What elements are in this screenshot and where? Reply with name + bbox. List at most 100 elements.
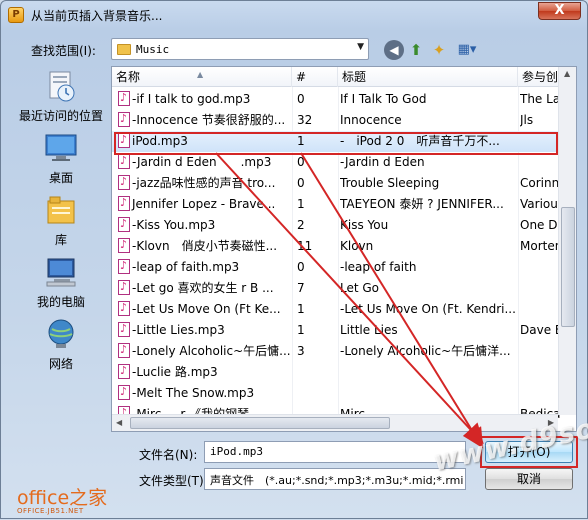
file-name-cell: -Melt The Snow.mp3 [118, 383, 290, 404]
title-cell: Innocence [340, 113, 402, 127]
track-number-cell: 1 [297, 302, 305, 316]
track-number-cell: 7 [297, 281, 305, 295]
file-name-text: -Kiss You.mp3 [132, 218, 216, 232]
column-header-name[interactable]: 名称 ▲ [112, 67, 292, 87]
column-header-title[interactable]: 标题 [338, 67, 518, 87]
file-list[interactable]: 名称 ▲ # 标题 参与创 -if I talk to god.mp3 0 If I… [111, 66, 577, 432]
table-row[interactable]: -Little Lies.mp31Little LiesDave E [112, 320, 567, 341]
file-name-text: -Klovn 俏皮小节奏磁性... [132, 239, 278, 253]
table-row[interactable]: -Luclie 路.mp3 [112, 362, 567, 383]
mp3-file-icon [118, 320, 130, 339]
title-cell: Trouble Sleeping [340, 176, 440, 190]
file-name-text: Jennifer Lopez - Brave... [132, 197, 276, 211]
title-cell: - iPod 2 0 听声音千万不... [340, 134, 500, 148]
mp3-file-icon [118, 299, 130, 318]
title-cell: Little Lies [340, 323, 398, 337]
file-dialog-window: P 从当前页插入背景音乐... X 查找范围(I): Music ▼ ◀ ⬆ ✦… [0, 0, 588, 519]
new-folder-icon[interactable]: ✦ [429, 40, 449, 60]
filename-input[interactable]: iPod.mp3 [204, 441, 466, 463]
table-row[interactable]: -Melt The Snow.mp3 [112, 383, 567, 404]
file-name-text: -jazz品味性感的声音 tro... [132, 176, 276, 190]
table-row[interactable]: -Kiss You.mp32Kiss YouOne D [112, 215, 567, 236]
table-row[interactable]: -Innocence 节奏很舒服的...32InnocenceJls [112, 110, 567, 131]
file-name-cell: -Lonely Alcoholic~午后慵... [118, 341, 290, 362]
back-icon[interactable]: ◀ [384, 40, 404, 60]
vertical-scrollbar[interactable]: ▲ [558, 67, 576, 415]
track-number-cell: 1 [297, 197, 305, 211]
table-row[interactable]: -jazz品味性感的声音 tro...0Trouble SleepingCori… [112, 173, 567, 194]
title-cell: If I Talk To God [340, 92, 427, 106]
close-button[interactable]: X [538, 2, 581, 20]
file-name-cell: -if I talk to god.mp3 [118, 89, 290, 110]
place-label: 库 [54, 233, 67, 247]
file-name-cell: -Klovn 俏皮小节奏磁性... [118, 236, 290, 257]
title-cell: Kiss You [340, 218, 389, 232]
filetype-dropdown[interactable]: 声音文件 (*.au;*.snd;*.mp3;*.m3u;*.mid;*.rmi [204, 468, 466, 490]
mp3-file-icon [118, 383, 130, 402]
file-name-text: -leap of faith.mp3 [132, 260, 240, 274]
file-name-cell: Jennifer Lopez - Brave... [118, 194, 290, 215]
file-name-cell: -Kiss You.mp3 [118, 215, 290, 236]
title-bar[interactable]: P 从当前页插入背景音乐... X [1, 1, 587, 29]
mp3-file-icon [118, 215, 130, 234]
table-row[interactable]: -Jardin d Eden .mp3 0 -Jardin d Eden [112, 152, 567, 173]
lookin-dropdown[interactable]: Music ▼ [111, 38, 369, 60]
up-folder-icon[interactable]: ⬆ [406, 40, 426, 60]
filename-label: 文件名(N): [139, 448, 198, 462]
track-number-cell: 2 [297, 218, 305, 232]
mp3-file-icon [118, 278, 130, 297]
table-row[interactable]: -Let go 喜欢的女生 r B ... 7 Let Go [112, 278, 567, 299]
table-row[interactable]: -Lonely Alcoholic~午后慵... 3 -Lonely Alcohol… [112, 341, 567, 362]
table-row[interactable]: Jennifer Lopez - Brave... 1 TAEYEON 泰妍 ? J… [112, 194, 567, 215]
file-name-cell: iPod.mp3 [118, 131, 290, 152]
file-name-cell: -jazz品味性感的声音 tro... [118, 173, 290, 194]
office-logo: office之家 OFFICE.JB51.NET [17, 483, 107, 515]
file-name-text: -Lonely Alcoholic~午后慵... [132, 344, 290, 358]
place-computer[interactable]: 我的电脑 [11, 255, 111, 310]
track-number-cell: 0 [297, 92, 305, 106]
mp3-file-icon [118, 173, 130, 192]
file-name-cell: -Luclie 路.mp3 [118, 362, 290, 383]
file-name-text: -Let Us Move On (Ft Ke... [132, 302, 281, 316]
libraries-icon [44, 193, 78, 227]
table-row[interactable]: -Let Us Move On (Ft Ke... 1 -Let Us Move O… [112, 299, 567, 320]
window-title: 从当前页插入背景音乐... [31, 9, 163, 23]
file-name-cell: -Innocence 节奏很舒服的... [118, 110, 290, 131]
file-name-text: -Melt The Snow.mp3 [132, 386, 255, 400]
file-name-text: -Little Lies.mp3 [132, 323, 225, 337]
chevron-down-icon: ▼ [357, 42, 364, 52]
file-name-text: -Innocence 节奏很舒服的... [132, 113, 286, 127]
scroll-left-icon[interactable]: ◀ [116, 418, 122, 427]
view-menu-icon[interactable]: ▦▾ [455, 40, 479, 60]
table-row[interactable]: -Klovn 俏皮小节奏磁性...11KlovnMorten [112, 236, 567, 257]
place-label: 网络 [48, 357, 73, 371]
vertical-scroll-thumb[interactable] [561, 207, 575, 327]
place-network[interactable]: 网络 [11, 317, 111, 372]
track-number-cell: 32 [297, 113, 313, 127]
horizontal-scrollbar[interactable]: ◀ ▶ [112, 414, 558, 431]
file-name-cell: -Let Us Move On (Ft Ke... [118, 299, 290, 320]
table-row[interactable]: -leap of faith.mp3 0 -leap of faith [112, 257, 567, 278]
place-libraries[interactable]: 库 [11, 193, 111, 248]
cancel-button[interactable]: 取消 [485, 468, 573, 490]
track-number-cell: 0 [297, 260, 305, 274]
mp3-file-icon [118, 236, 130, 255]
table-row[interactable]: -if I talk to god.mp30If I Talk To GodTh… [112, 89, 567, 110]
table-row[interactable]: iPod.mp3 1 - iPod 2 0 听声音千万不... [112, 131, 567, 152]
file-name-text: -Luclie 路.mp3 [132, 365, 218, 379]
logo-main-text: office之家 [17, 487, 108, 509]
desktop-icon [44, 131, 78, 165]
file-name-text: iPod.mp3 [132, 134, 188, 148]
horizontal-scroll-thumb[interactable] [130, 417, 390, 429]
place-label: 最近访问的位置 [18, 109, 103, 123]
column-header-num[interactable]: # [292, 67, 338, 87]
list-header: 名称 ▲ # 标题 参与创 [112, 67, 576, 87]
network-icon [44, 317, 78, 351]
scroll-up-icon[interactable]: ▲ [564, 69, 570, 78]
mp3-file-icon [118, 152, 130, 171]
place-recent[interactable]: 最近访问的位置 [11, 69, 111, 124]
place-label: 我的电脑 [36, 295, 85, 309]
sort-ascending-icon: ▲ [197, 70, 204, 79]
place-desktop[interactable]: 桌面 [11, 131, 111, 186]
column-header-label: 名称 [116, 70, 141, 84]
